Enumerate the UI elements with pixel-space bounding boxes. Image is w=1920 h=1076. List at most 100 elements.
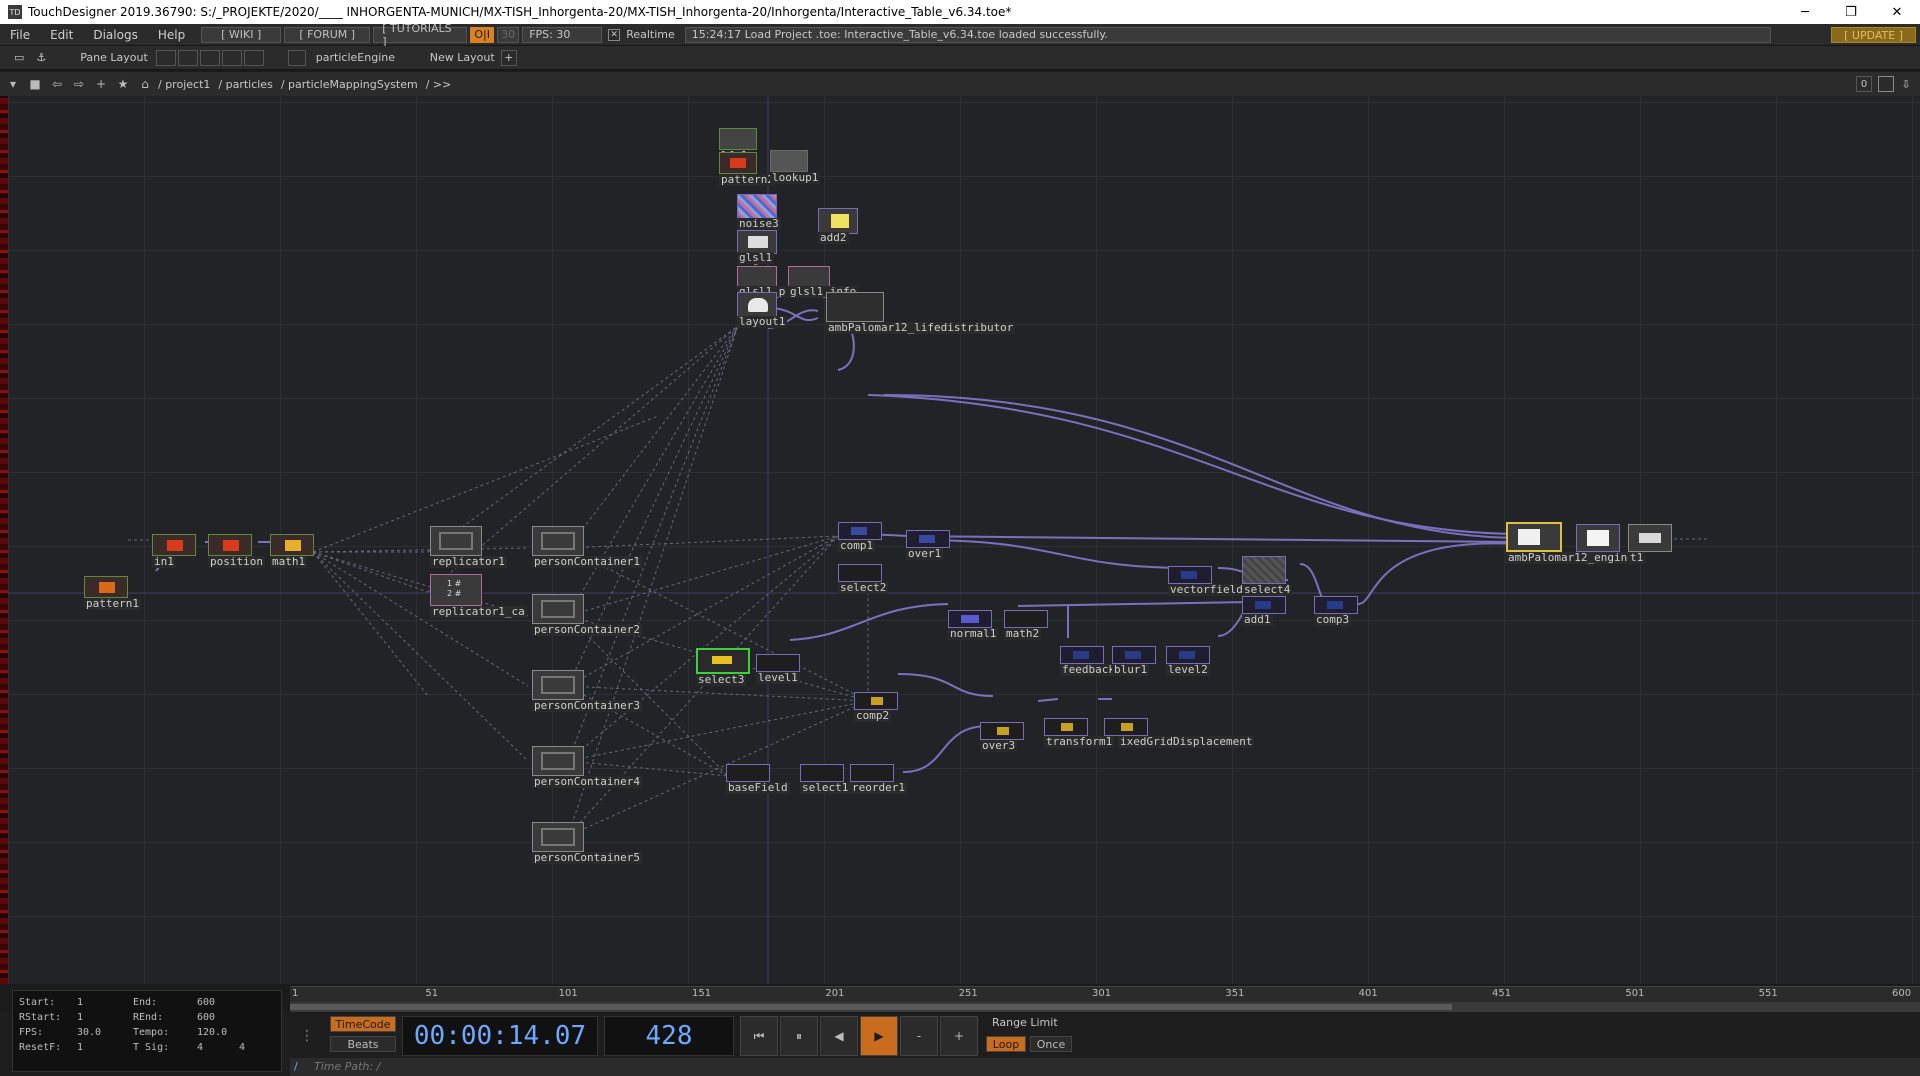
timeline-tick-label: 600: [1892, 988, 1912, 999]
forward-icon[interactable]: ⇨: [70, 75, 88, 93]
over1-viewer: [906, 530, 950, 548]
rend-value[interactable]: 600: [197, 1012, 215, 1023]
update-button[interactable]: [ UPDATE ]: [1831, 27, 1916, 43]
timeline-tick-label: 351: [1225, 988, 1245, 999]
pattern2-viewer: [719, 152, 757, 174]
layout-split-h-button[interactable]: [177, 49, 198, 66]
pattern2-label: pattern2: [719, 173, 776, 186]
step-forward-button[interactable]: +: [940, 1016, 978, 1056]
home-icon[interactable]: ⌂: [136, 75, 154, 93]
play-reverse-icon[interactable]: ◀: [820, 1016, 858, 1056]
frame-display[interactable]: 428: [604, 1016, 734, 1056]
path-bar: ▾ ■ ⇦ ⇨ + ★ ⌂ / project1 / particles / p…: [0, 72, 1920, 96]
timeline-scrubber[interactable]: [290, 1002, 1920, 1012]
pane-type-icon[interactable]: [287, 49, 306, 66]
oi-toggle-button[interactable]: O|I: [470, 26, 495, 43]
fps-value[interactable]: 30.0: [77, 1027, 101, 1038]
engine-label: ambPalomar12_engine: [1506, 551, 1636, 564]
normal1-label: normal1: [948, 627, 999, 640]
reorder1-viewer: [850, 764, 894, 782]
new-layout-button[interactable]: New Layout: [430, 51, 495, 64]
menu-edit[interactable]: Edit: [40, 28, 83, 42]
add-layout-icon[interactable]: +: [500, 49, 517, 66]
end-value[interactable]: 600: [197, 997, 215, 1008]
maximize-pane-icon[interactable]: [1878, 76, 1894, 92]
crumb-particle-mapping-system[interactable]: / particleMappingSystem: [277, 78, 422, 91]
timecode-display[interactable]: 00:00:14.07: [402, 1016, 598, 1056]
layout-four-button[interactable]: [243, 49, 264, 66]
range-limit-label: Range Limit: [992, 1016, 1058, 1029]
layout-single-button[interactable]: [155, 49, 176, 66]
chevron-down-icon[interactable]: ▾: [4, 75, 22, 93]
crumb-more[interactable]: / >>: [422, 78, 456, 91]
pause-icon[interactable]: ⏸: [780, 1016, 818, 1056]
loop-button[interactable]: Loop: [986, 1036, 1026, 1052]
lifedistributor-label: ambPalomar12_lifedistributor: [826, 321, 1016, 334]
tempo-value[interactable]: 120.0: [197, 1027, 227, 1038]
bookmark-star-icon[interactable]: ★: [114, 75, 132, 93]
back-icon[interactable]: ⇦: [48, 75, 66, 93]
rend-label: REnd:: [133, 1012, 164, 1023]
wiki-button[interactable]: [ WIKI ]: [201, 26, 282, 43]
minimize-button[interactable]: ─: [1782, 0, 1828, 24]
end-label: End:: [133, 997, 158, 1008]
select2-label: select2: [838, 581, 889, 594]
pane-layout-label: Pane Layout: [80, 51, 148, 64]
tutorials-button[interactable]: [ TUTORIALS ]: [373, 22, 468, 48]
time-path-label[interactable]: Time Path: /: [314, 1060, 380, 1073]
tsig-numerator[interactable]: 4: [197, 1042, 203, 1053]
timeline-ruler[interactable]: 1 51 101 151 201 251 301 351 401 451 501 551 600: [290, 986, 1920, 1002]
layout-three-button[interactable]: [221, 49, 242, 66]
play-forward-icon[interactable]: ▶: [860, 1016, 898, 1056]
position-label: position: [208, 555, 265, 568]
noise3-label: noise3: [737, 217, 781, 230]
pane-name[interactable]: particleEngine: [316, 51, 416, 64]
stop-icon[interactable]: ■: [26, 75, 44, 93]
rewind-to-start-icon[interactable]: ⏮: [740, 1016, 778, 1056]
blur1-label: blur1: [1112, 663, 1150, 676]
crumb-particles[interactable]: / particles: [214, 78, 276, 91]
level2-viewer: [1166, 646, 1210, 664]
lookup1-viewer: [770, 150, 808, 172]
maximize-button[interactable]: ❐: [1828, 0, 1874, 24]
add-icon[interactable]: +: [92, 75, 110, 93]
over3-viewer: [980, 722, 1024, 740]
start-value[interactable]: 1: [77, 997, 83, 1008]
menu-dialogs[interactable]: Dialogs: [83, 28, 147, 42]
close-button[interactable]: ✕: [1874, 0, 1920, 24]
once-button[interactable]: Once: [1030, 1036, 1072, 1052]
pane-image-icon[interactable]: ▭: [8, 49, 31, 66]
basefield-label: baseField: [726, 781, 790, 794]
add2-label: add2: [818, 231, 849, 244]
menu-file[interactable]: File: [0, 28, 40, 42]
vectorfield-label: vectorfield: [1168, 583, 1245, 596]
normal1-viewer: [948, 610, 992, 628]
transport-options-icon[interactable]: ⋮: [292, 1016, 322, 1056]
layout-split-v-button[interactable]: [199, 49, 220, 66]
fps-target-field[interactable]: 30: [497, 26, 520, 43]
position-viewer: [208, 534, 252, 556]
left-viewer-strip: [0, 96, 8, 984]
menu-help[interactable]: Help: [148, 28, 195, 42]
person-container-3-viewer: [532, 670, 584, 700]
rstart-value[interactable]: 1: [77, 1012, 83, 1023]
path-value-field[interactable]: 0: [1856, 76, 1872, 92]
beats-mode-button[interactable]: Beats: [330, 1036, 396, 1052]
pane-split-icon[interactable]: ⚓: [30, 49, 53, 66]
timeline-tick-label: 551: [1758, 988, 1778, 999]
timeline-tick-label: 51: [425, 988, 439, 999]
fixed-grid-displacement-viewer: [1104, 718, 1148, 736]
start-label: Start:: [19, 997, 56, 1008]
realtime-checkbox[interactable]: ✕: [608, 28, 621, 41]
pane-menu-icon[interactable]: ⇩: [1898, 76, 1914, 92]
forum-button[interactable]: [ FORUM ]: [284, 26, 371, 43]
window-title: TouchDesigner 2019.36790: S:/_PROJEKTE/2…: [28, 5, 1012, 19]
math2-label: math2: [1004, 627, 1042, 640]
network-editor[interactable]: lfo1 pattern2 lookup1 noise3 add2 glsl1 …: [8, 96, 1920, 984]
step-back-button[interactable]: -: [900, 1016, 938, 1056]
tsig-denominator[interactable]: 4: [239, 1042, 245, 1053]
resetf-value[interactable]: 1: [77, 1042, 83, 1053]
timecode-mode-button[interactable]: TimeCode: [330, 1016, 396, 1032]
comp2-viewer: [854, 692, 898, 710]
crumb-project1[interactable]: / project1: [154, 78, 214, 91]
